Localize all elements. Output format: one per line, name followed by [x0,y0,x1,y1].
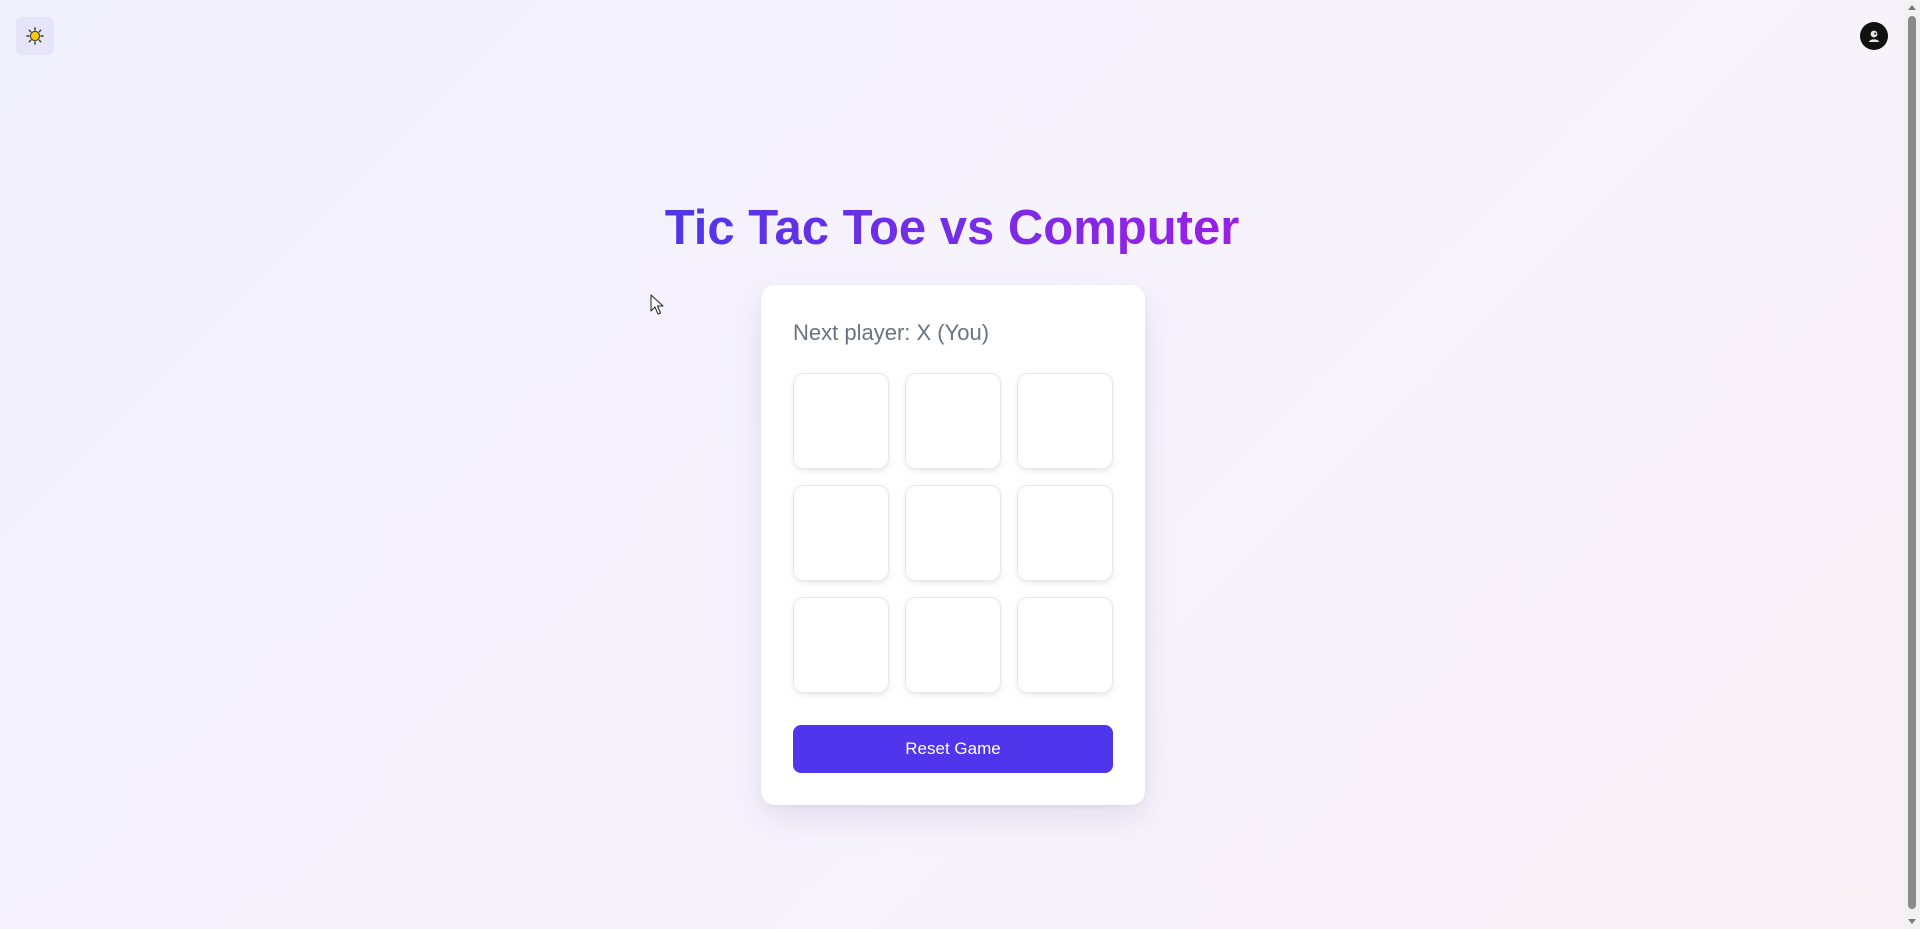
board-cell-8[interactable] [905,597,1001,693]
user-avatar[interactable] [1860,22,1888,50]
theme-toggle-button[interactable] [16,17,54,55]
board-cell-9[interactable] [1017,597,1113,693]
page-scrollbar[interactable] [1904,0,1920,929]
sun-icon [26,27,44,45]
scroll-thumb[interactable] [1908,16,1916,909]
game-status: Next player: X (You) [793,320,990,345]
board-cell-5[interactable] [905,485,1001,581]
page-title-text: Tic Tac Toe vs Computer [664,201,1240,255]
page-title: Tic Tac Toe vs Computer [0,198,1904,258]
board-cell-6[interactable] [1017,485,1113,581]
mouse-cursor-icon [650,294,664,315]
scroll-down-arrow-icon[interactable] [1908,919,1916,924]
scroll-up-arrow-icon[interactable] [1908,5,1916,10]
board-cell-7[interactable] [793,597,889,693]
board-cell-1[interactable] [793,373,889,469]
board-cell-4[interactable] [793,485,889,581]
reset-game-button[interactable]: Reset Game [793,725,1113,773]
board-cell-2[interactable] [905,373,1001,469]
user-avatar-icon [1866,28,1882,44]
board-cell-3[interactable] [1017,373,1113,469]
game-board [793,373,1113,693]
game-card: Next player: X (You) Reset Game [761,285,1145,805]
